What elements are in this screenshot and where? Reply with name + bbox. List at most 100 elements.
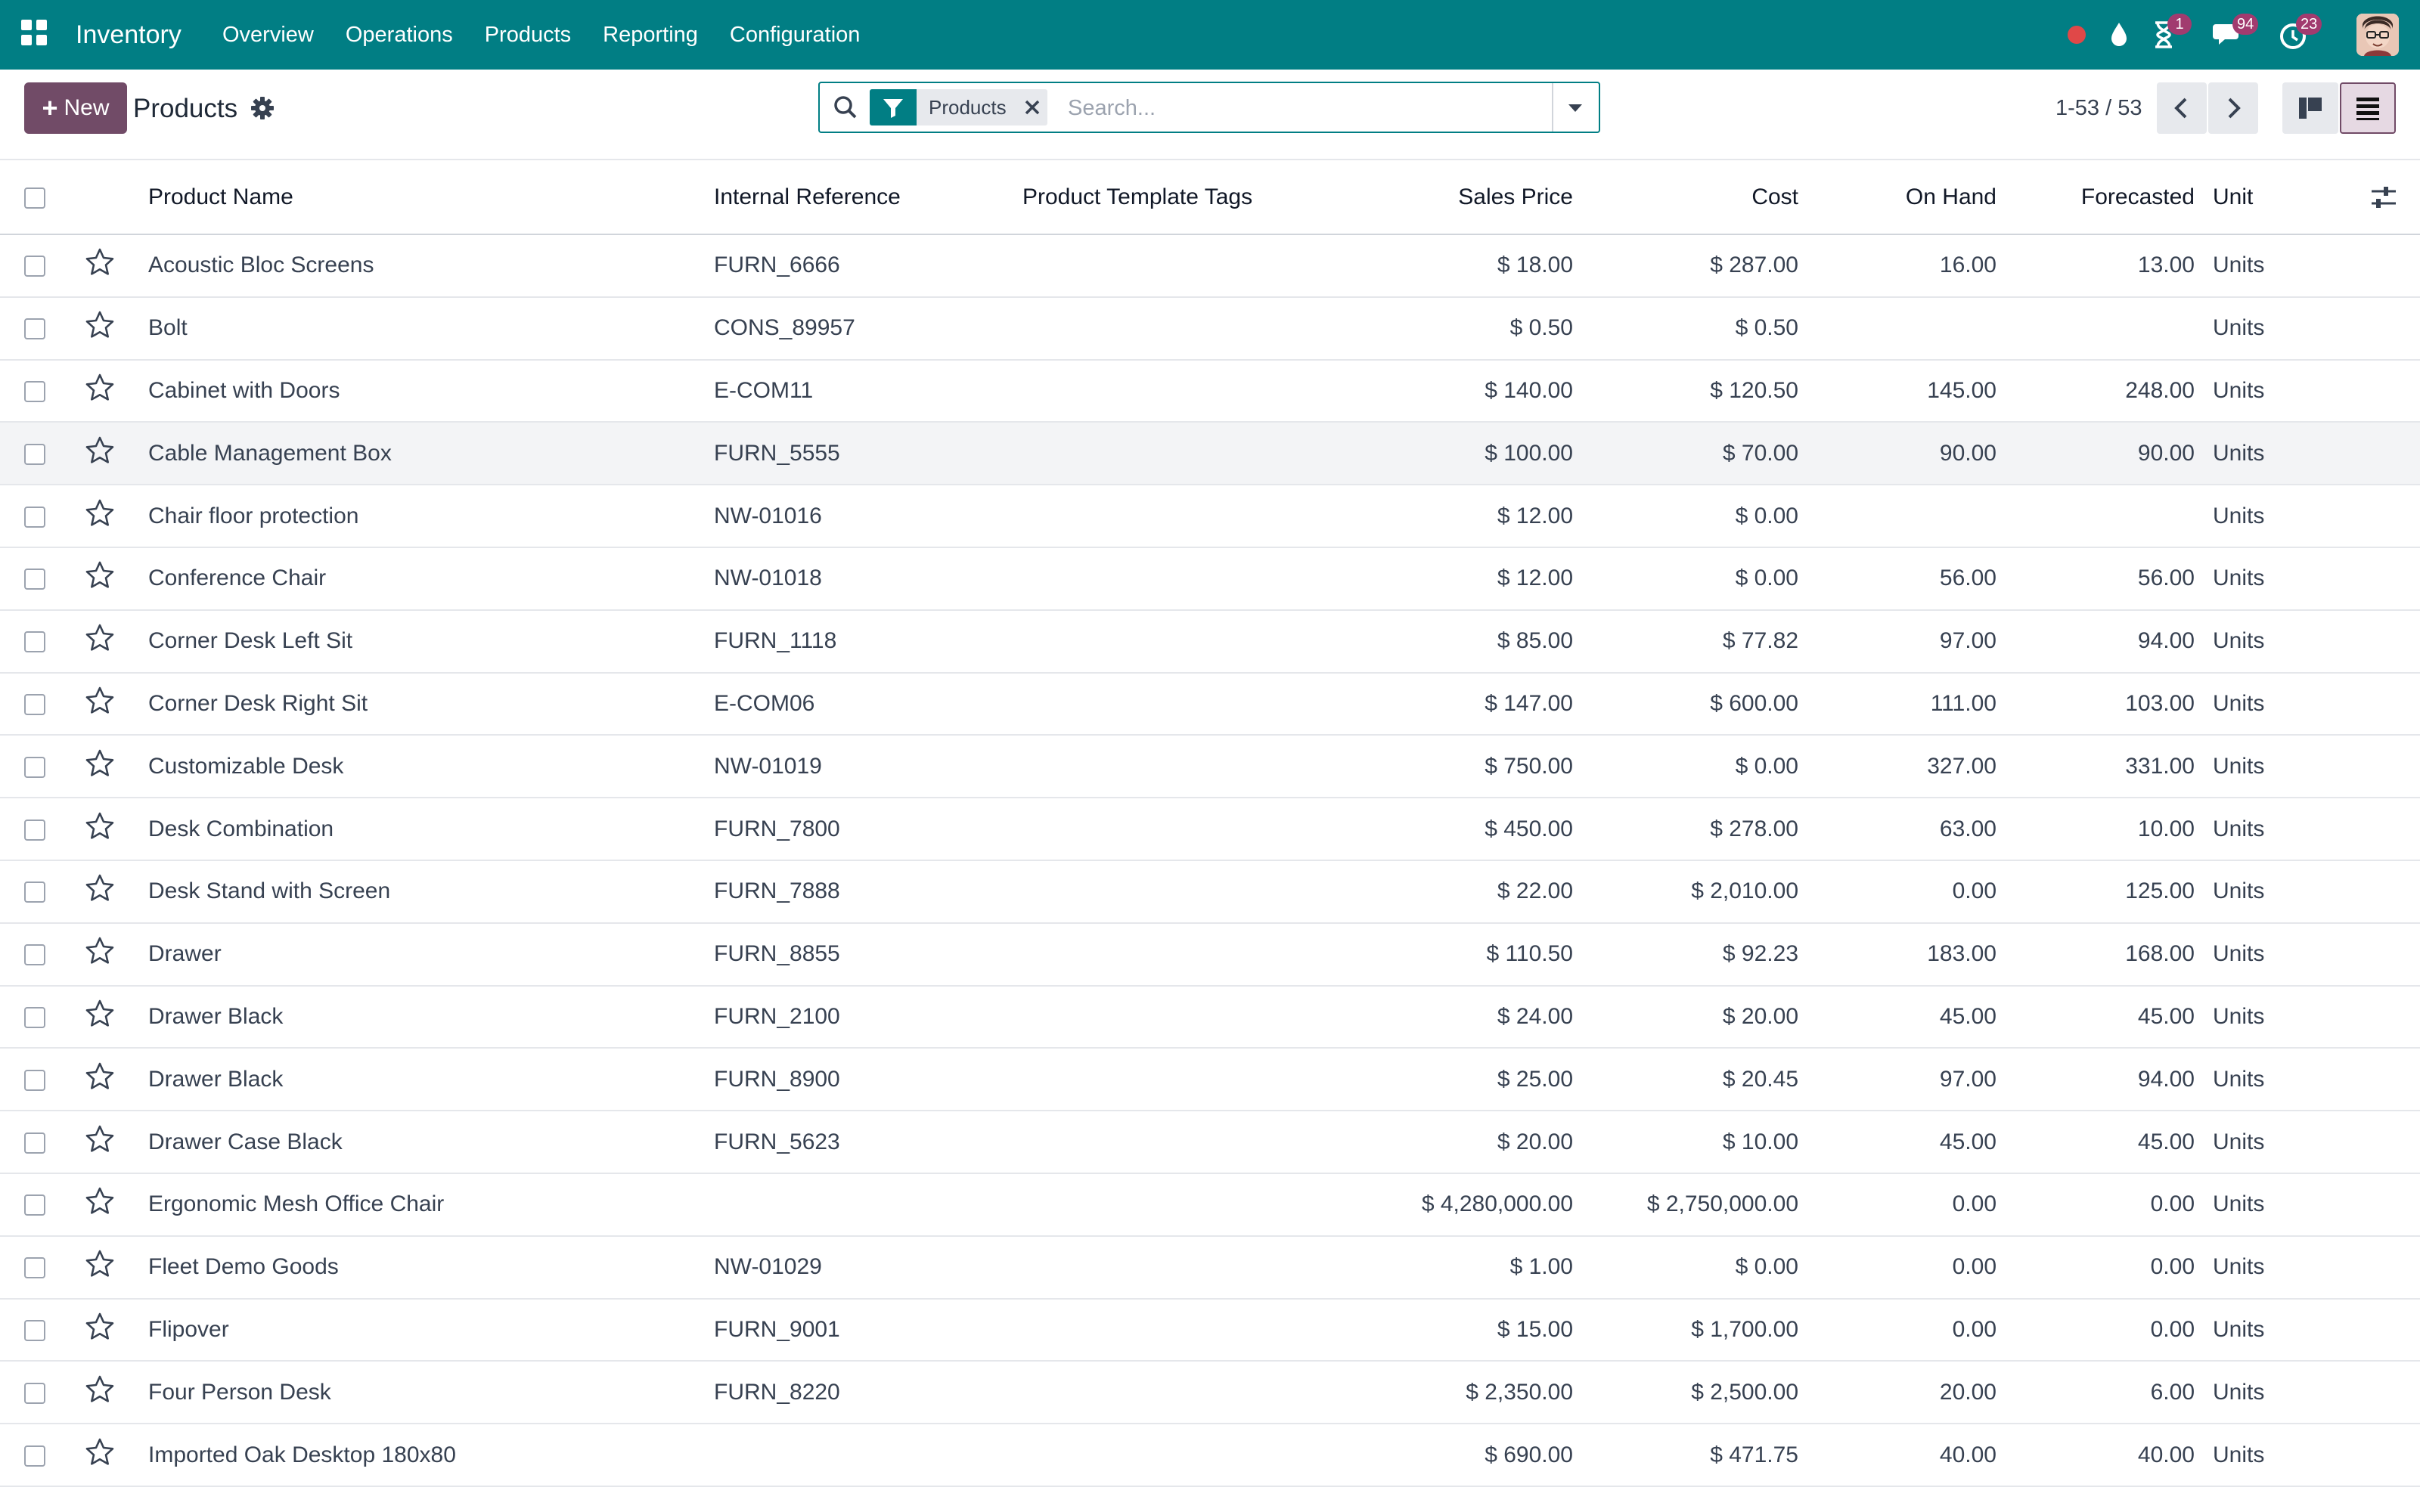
table-row[interactable]: Ergonomic Mesh Office Chair $ 4,280,000.0…: [0, 1173, 2420, 1236]
table-row[interactable]: Corner Desk Left Sit FURN_1118 $ 85.00 $ 77…: [0, 610, 2420, 673]
table-row[interactable]: Desk Stand with Screen FURN_7888 $ 22.00 $ …: [0, 860, 2420, 923]
cell-internal-reference[interactable]: FURN_6666: [714, 234, 1022, 297]
activity-hourglass-icon[interactable]: 1: [2149, 14, 2192, 53]
favorite-star-icon[interactable]: [85, 1312, 115, 1342]
cell-unit[interactable]: Units: [2207, 297, 2353, 360]
cell-unit[interactable]: Units: [2207, 234, 2353, 297]
cell-unit[interactable]: Units: [2207, 1299, 2353, 1362]
user-avatar[interactable]: [2356, 14, 2399, 56]
cell-cost[interactable]: $ 20.45: [1585, 1048, 1810, 1111]
cell-on-hand[interactable]: 63.00: [1810, 798, 2009, 860]
cell-forecasted[interactable]: 94.00: [2009, 610, 2207, 673]
row-checkbox[interactable]: [24, 1194, 45, 1216]
cell-internal-reference[interactable]: CONS_89957: [714, 297, 1022, 360]
row-checkbox[interactable]: [24, 1320, 45, 1342]
table-row[interactable]: Drawer FURN_8855 $ 110.50 $ 92.23 183.00 168.…: [0, 923, 2420, 986]
cell-on-hand[interactable]: 97.00: [1810, 1048, 2009, 1111]
cell-internal-reference[interactable]: FURN_7888: [714, 860, 1022, 923]
cell-product-name[interactable]: Imported Oak Desktop 180x80: [148, 1424, 714, 1486]
cell-sales-price[interactable]: $ 12.00: [1355, 485, 1585, 547]
record-icon[interactable]: [2060, 17, 2096, 53]
table-row[interactable]: Flipover FURN_9001 $ 15.00 $ 1,700.00 0.00 0.…: [0, 1299, 2420, 1362]
favorite-star-icon[interactable]: [85, 686, 115, 716]
cell-product-tags[interactable]: [1022, 986, 1355, 1049]
cell-cost[interactable]: $ 1,700.00: [1585, 1299, 1810, 1362]
favorite-star-icon[interactable]: [85, 435, 115, 466]
cell-unit[interactable]: Units: [2207, 485, 2353, 547]
cell-cost[interactable]: $ 278.00: [1585, 798, 1810, 860]
column-header-ref[interactable]: Internal Reference: [714, 160, 1022, 234]
cell-cost[interactable]: $ 2,500.00: [1585, 1361, 1810, 1424]
pager-next-button[interactable]: [2208, 82, 2258, 134]
row-checkbox[interactable]: [24, 506, 45, 528]
cell-cost[interactable]: $ 2,010.00: [1585, 860, 1810, 923]
cell-unit[interactable]: Units: [2207, 798, 2353, 860]
cell-forecasted[interactable]: 125.00: [2009, 860, 2207, 923]
cell-cost[interactable]: $ 471.75: [1585, 1424, 1810, 1486]
cell-forecasted[interactable]: 6.00: [2009, 1361, 2207, 1424]
cell-product-tags[interactable]: [1022, 1111, 1355, 1173]
cell-product-name[interactable]: Drawer Black: [148, 986, 714, 1049]
cell-internal-reference[interactable]: FURN_5623: [714, 1111, 1022, 1173]
cell-unit[interactable]: Units: [2207, 1361, 2353, 1424]
cell-forecasted[interactable]: 0.00: [2009, 1236, 2207, 1299]
clock-icon[interactable]: 23: [2278, 14, 2322, 53]
cell-unit[interactable]: Units: [2207, 860, 2353, 923]
row-checkbox[interactable]: [24, 1257, 45, 1279]
drop-icon[interactable]: [2104, 17, 2140, 53]
cell-forecasted[interactable]: 10.00: [2009, 798, 2207, 860]
favorite-star-icon[interactable]: [85, 1374, 115, 1405]
cell-cost[interactable]: $ 92.23: [1585, 923, 1810, 986]
cell-product-tags[interactable]: [1022, 422, 1355, 485]
table-row[interactable]: Cabinet with Doors E-COM11 $ 140.00 $ 120.5…: [0, 360, 2420, 423]
cell-on-hand[interactable]: 0.00: [1810, 1173, 2009, 1236]
cell-on-hand[interactable]: 20.00: [1810, 1361, 2009, 1424]
row-checkbox[interactable]: [24, 569, 45, 590]
cell-forecasted[interactable]: 248.00: [2009, 360, 2207, 423]
cell-product-tags[interactable]: [1022, 1236, 1355, 1299]
cell-internal-reference[interactable]: FURN_1118: [714, 610, 1022, 673]
cell-product-name[interactable]: Four Person Desk: [148, 1361, 714, 1424]
column-header-name[interactable]: Product Name: [148, 160, 714, 234]
table-row[interactable]: Desk Combination FURN_7800 $ 450.00 $ 278.0…: [0, 798, 2420, 860]
cell-sales-price[interactable]: $ 690.00: [1355, 1424, 1585, 1486]
cell-on-hand[interactable]: 97.00: [1810, 610, 2009, 673]
favorite-star-icon[interactable]: [85, 1061, 115, 1092]
row-checkbox[interactable]: [24, 756, 45, 778]
cell-on-hand[interactable]: 45.00: [1810, 1111, 2009, 1173]
cell-product-name[interactable]: Cable Management Box: [148, 422, 714, 485]
favorite-star-icon[interactable]: [85, 310, 115, 340]
cell-unit[interactable]: Units: [2207, 1048, 2353, 1111]
menu-item-configuration[interactable]: Configuration: [730, 20, 861, 50]
cell-product-tags[interactable]: [1022, 485, 1355, 547]
cell-product-tags[interactable]: [1022, 297, 1355, 360]
table-row[interactable]: Drawer Black FURN_2100 $ 24.00 $ 20.00 45.00…: [0, 986, 2420, 1049]
table-row[interactable]: Imported Oak Desktop 180x80 $ 690.00 $ 471…: [0, 1424, 2420, 1486]
table-row[interactable]: Customizable Desk NW-01019 $ 750.00 $ 0.00 3…: [0, 735, 2420, 798]
row-checkbox[interactable]: [24, 1445, 45, 1467]
cell-product-tags[interactable]: [1022, 735, 1355, 798]
cell-unit[interactable]: Units: [2207, 360, 2353, 423]
cell-forecasted[interactable]: 13.00: [2009, 234, 2207, 297]
cell-unit[interactable]: Units: [2207, 610, 2353, 673]
cell-cost[interactable]: $ 77.82: [1585, 610, 1810, 673]
cell-cost[interactable]: $ 600.00: [1585, 673, 1810, 736]
cell-on-hand[interactable]: [1810, 297, 2009, 360]
apps-grid-icon[interactable]: [21, 20, 48, 47]
cell-unit[interactable]: Units: [2207, 1236, 2353, 1299]
cell-on-hand[interactable]: 145.00: [1810, 360, 2009, 423]
cell-cost[interactable]: $ 0.00: [1585, 485, 1810, 547]
cell-unit[interactable]: Units: [2207, 923, 2353, 986]
row-checkbox[interactable]: [24, 819, 45, 841]
cell-internal-reference[interactable]: FURN_9001: [714, 1299, 1022, 1362]
cell-unit[interactable]: Units: [2207, 1111, 2353, 1173]
cell-internal-reference[interactable]: FURN_8855: [714, 923, 1022, 986]
cell-product-name[interactable]: Drawer Black: [148, 1048, 714, 1111]
new-button[interactable]: + New: [24, 82, 127, 134]
cell-product-name[interactable]: Flipover: [148, 1299, 714, 1362]
cell-internal-reference[interactable]: NW-01018: [714, 547, 1022, 610]
search-icon[interactable]: [832, 94, 859, 121]
cell-cost[interactable]: $ 0.00: [1585, 1236, 1810, 1299]
select-all-checkbox[interactable]: [24, 187, 45, 209]
cell-product-tags[interactable]: [1022, 860, 1355, 923]
